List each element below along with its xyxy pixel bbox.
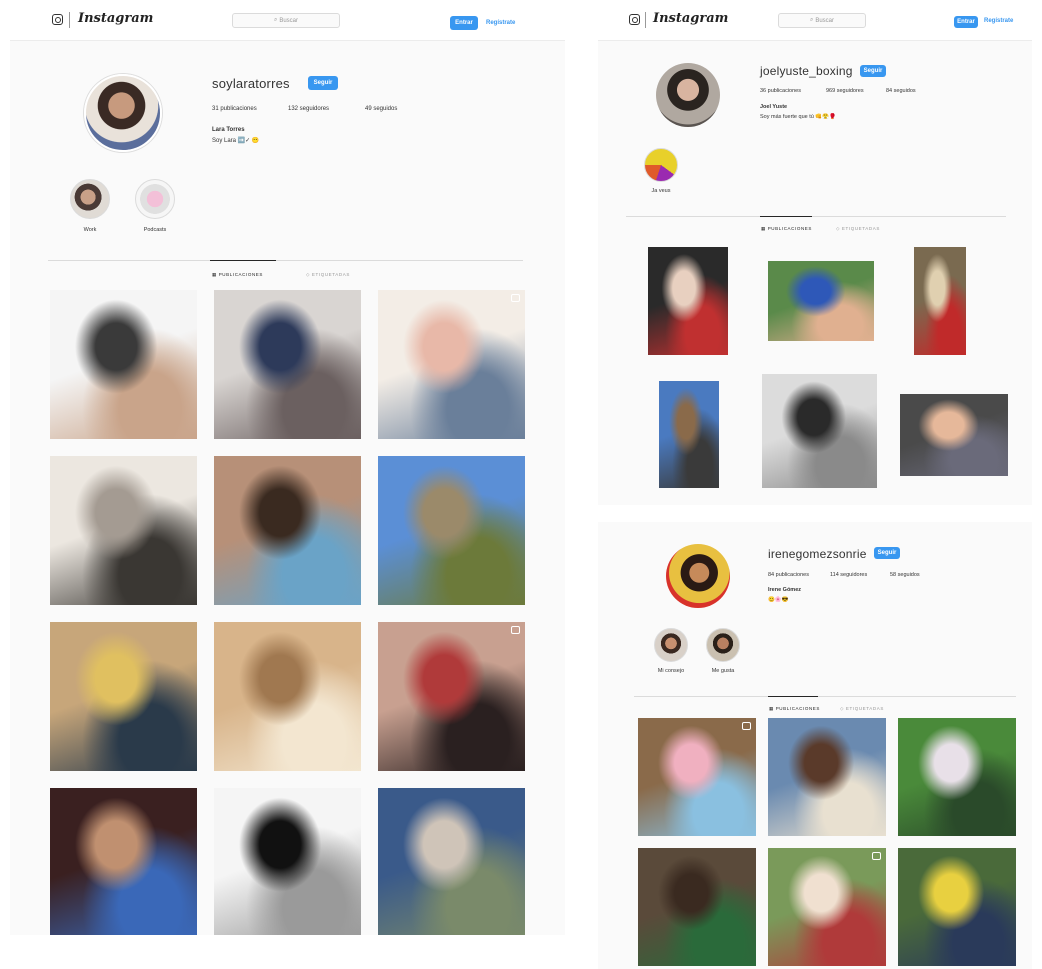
railway-photo[interactable] [378,456,525,605]
boxer-wrapping-hands-photo[interactable] [648,247,728,355]
highlight-mi-consejo[interactable] [654,628,688,662]
follow-button[interactable]: Seguir [860,65,886,77]
profile-full-name: Joel Yuste [760,104,788,110]
posts-count: 36 publicaciones [760,88,801,94]
profile-avatar [666,544,730,608]
girl-with-book-photo[interactable] [378,788,525,935]
profile-panel-right-bottom: irenegomezsonrie Seguir 84 publicaciones… [598,522,1032,969]
active-tab-indicator [760,216,812,217]
tabs-divider [634,696,1016,697]
signup-link[interactable]: Regístrate [984,18,1013,24]
tab-tagged[interactable]: ◇ ETIQUETADAS [836,226,880,232]
top-navbar: Instagram ⌕ Buscar Entrar Regístrate [598,0,1032,41]
profile-username: irenegomezsonrie [768,547,867,561]
following-count[interactable]: 49 seguidos [365,106,397,112]
instagram-camera-icon[interactable] [52,14,63,25]
instagram-camera-icon[interactable] [629,14,640,25]
profile-bio: Soy Lara ➡️✓ 😶 [212,138,260,144]
followers-count[interactable]: 969 seguidores [826,88,864,94]
profile-bio: 😊🌸😎 [768,597,789,603]
tab-tagged[interactable]: ◇ ETIQUETADAS [840,706,884,712]
grid-icon: ▦ [212,272,219,277]
girl-drawing-red-photo[interactable] [378,622,525,771]
profile-panel-right-top: Instagram ⌕ Buscar Entrar Regístrate joel… [598,0,1032,505]
profile-full-name: Lara Torres [212,127,245,133]
tab-posts[interactable]: ▦ PUBLICACIONES [769,706,820,712]
highlight-ja-veus[interactable] [644,148,678,182]
top-navbar: Instagram ⌕ Buscar Entrar Regístrate [10,0,565,41]
highlight-label: Podcasts [143,227,167,233]
girl-yellow-shirt-photo[interactable] [898,848,1016,966]
face-pencil-photo[interactable] [214,456,361,605]
ink-drawing-photo[interactable] [214,788,361,935]
tabs-divider [626,216,1006,217]
profile-panel-left: Instagram ⌕ Buscar Entrar Regístrate soyl… [10,0,565,935]
girl-in-garden-photo[interactable] [898,718,1016,836]
search-icon: ⌕ [273,17,278,23]
instagram-logo[interactable]: Instagram [78,11,153,26]
boy-on-tracks-photo[interactable] [659,381,719,488]
follow-button[interactable]: Seguir [874,547,900,559]
girl-lamp-photo[interactable] [378,290,525,439]
tab-posts[interactable]: ▦ PUBLICACIONES [761,226,812,232]
login-button[interactable]: Entrar [450,16,478,30]
tabs-divider [48,260,523,261]
navbar-separator [69,12,70,28]
boy-laughing-photo[interactable] [900,394,1008,476]
search-icon: ⌕ [809,17,814,23]
highlight-label: Ja veus [651,188,671,194]
multi-photo-icon [511,294,520,302]
highlight-label: Mi consejo [657,668,685,674]
bw-collage-photo[interactable] [762,374,877,488]
posts-count: 84 publicaciones [768,572,809,578]
boy-blue-shirt-photo[interactable] [768,261,874,341]
tab-tagged[interactable]: ◇ ETIQUETADAS [306,272,350,278]
boy-red-bag-photo[interactable] [914,247,966,355]
following-count[interactable]: 84 seguidos [886,88,916,94]
search-input[interactable]: ⌕ Buscar [778,13,866,28]
multi-photo-icon [511,626,520,634]
followers-count[interactable]: 114 seguidores [830,572,867,578]
girl-smiling-fence-photo[interactable] [638,848,756,966]
sketches-on-wood-photo[interactable] [214,622,361,771]
girl-with-drawings-photo[interactable] [214,290,361,439]
grid-icon: ▦ [769,706,776,711]
tab-posts[interactable]: ▦ PUBLICACIONES [212,272,263,278]
signup-link[interactable]: Regístrate [486,20,515,26]
girl-yellow-sweater-photo[interactable] [50,622,197,771]
highlight-me-gusta[interactable] [706,628,740,662]
profile-username: soylaratorres [212,76,290,91]
girl-laughing-bookshelf-photo[interactable] [768,718,886,836]
instagram-logo[interactable]: Instagram [653,11,728,26]
girl-pencils-photo[interactable] [50,788,197,935]
highlight-label: Me gusta [711,668,735,674]
search-input[interactable]: ⌕ Buscar [232,13,340,28]
navbar-separator [645,12,646,28]
follow-button[interactable]: Seguir [308,76,338,90]
profile-avatar [656,63,720,127]
profile-bio: Soy más fuerte que tú 👊😤🥊 [760,114,836,120]
girl-sitting-grass-photo[interactable] [768,848,886,966]
sketch-eyes-photo[interactable] [50,290,197,439]
grid-icon: ▦ [761,226,768,231]
multi-photo-icon [742,722,751,730]
multi-photo-icon [872,852,881,860]
girl-rainbow-sweater-photo[interactable] [638,718,756,836]
highlight-work[interactable] [70,179,110,219]
guitar-sketch-photo[interactable] [50,456,197,605]
active-tab-indicator [768,696,818,697]
following-count[interactable]: 58 seguidos [890,572,920,578]
highlight-podcasts[interactable] [135,179,175,219]
login-button[interactable]: Entrar [954,16,978,28]
followers-count[interactable]: 132 seguidores [288,106,329,112]
profile-full-name: Irene Gómez [768,587,802,593]
highlight-label: Work [83,227,97,233]
active-tab-indicator [210,260,276,261]
profile-username: joelyuste_boxing [760,64,853,78]
profile-avatar [84,74,162,152]
posts-count: 31 publicaciones [212,106,257,112]
